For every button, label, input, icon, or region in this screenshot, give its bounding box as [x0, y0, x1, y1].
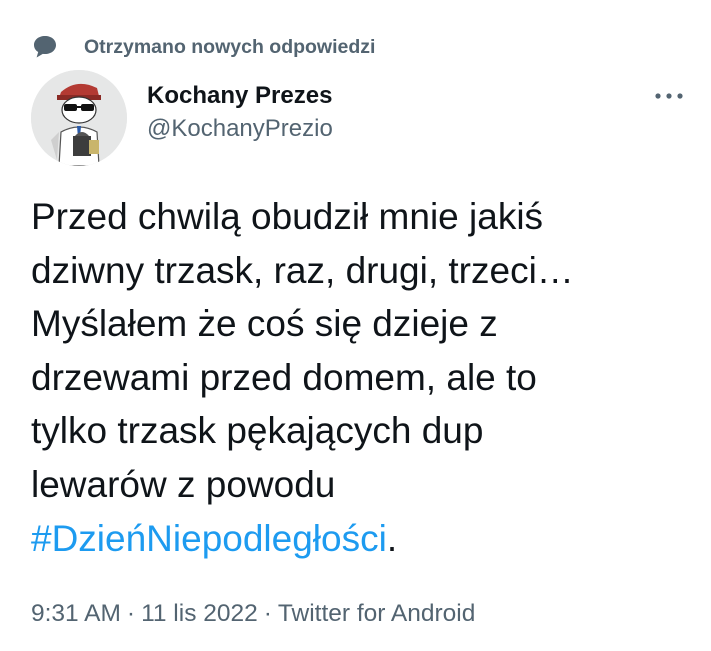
speech-bubble-icon [31, 33, 59, 61]
tweet-trailing-punctuation: . [386, 517, 398, 559]
meta-separator: · [263, 600, 272, 627]
tweet-line: dziwny trzask, raz, drugi, trzeci… [31, 249, 574, 291]
author-display-name[interactable]: Kochany Prezes [147, 80, 333, 112]
tweet-meta: 9:31 AM · 11 lis 2022 · Twitter for Android [31, 600, 475, 628]
tweet-line: drzewami przed domem, ale to [31, 356, 537, 398]
tweet-line: lewarów z powodu [31, 463, 336, 505]
tweet-line: tylko trzask pękających dup [31, 410, 484, 452]
context-label: Otrzymano nowych odpowiedzi [84, 35, 376, 58]
tweet-line: Myślałem że coś się dzieje z [31, 303, 498, 345]
tweet-date[interactable]: 11 lis 2022 [141, 600, 258, 627]
hashtag-link[interactable]: #DzieńNiepodległości [31, 518, 387, 559]
avatar-cartoon-icon [31, 70, 127, 166]
context-row: Otrzymano nowych odpowiedzi [31, 30, 375, 64]
tweet-line: Przed chwilą obudził mnie jakiś [31, 196, 544, 237]
tweet-source-link[interactable]: Twitter for Android [278, 600, 475, 627]
meta-separator: · [126, 600, 136, 627]
more-options-button[interactable] [651, 84, 687, 108]
tweet-time[interactable]: 9:31 AM [31, 600, 121, 627]
avatar[interactable] [31, 70, 127, 166]
tweet-line-hashtag: #DzieńNiepodległości. [31, 512, 691, 566]
author-handle[interactable]: @KochanyPrezio [147, 112, 333, 146]
tweet-text: Przed chwilą obudził mnie jakiś dziwny t… [31, 190, 691, 565]
author-names: Kochany Prezes @KochanyPrezio [147, 80, 333, 146]
more-dots-icon [654, 87, 684, 105]
author-row: Kochany Prezes @KochanyPrezio [31, 70, 691, 166]
